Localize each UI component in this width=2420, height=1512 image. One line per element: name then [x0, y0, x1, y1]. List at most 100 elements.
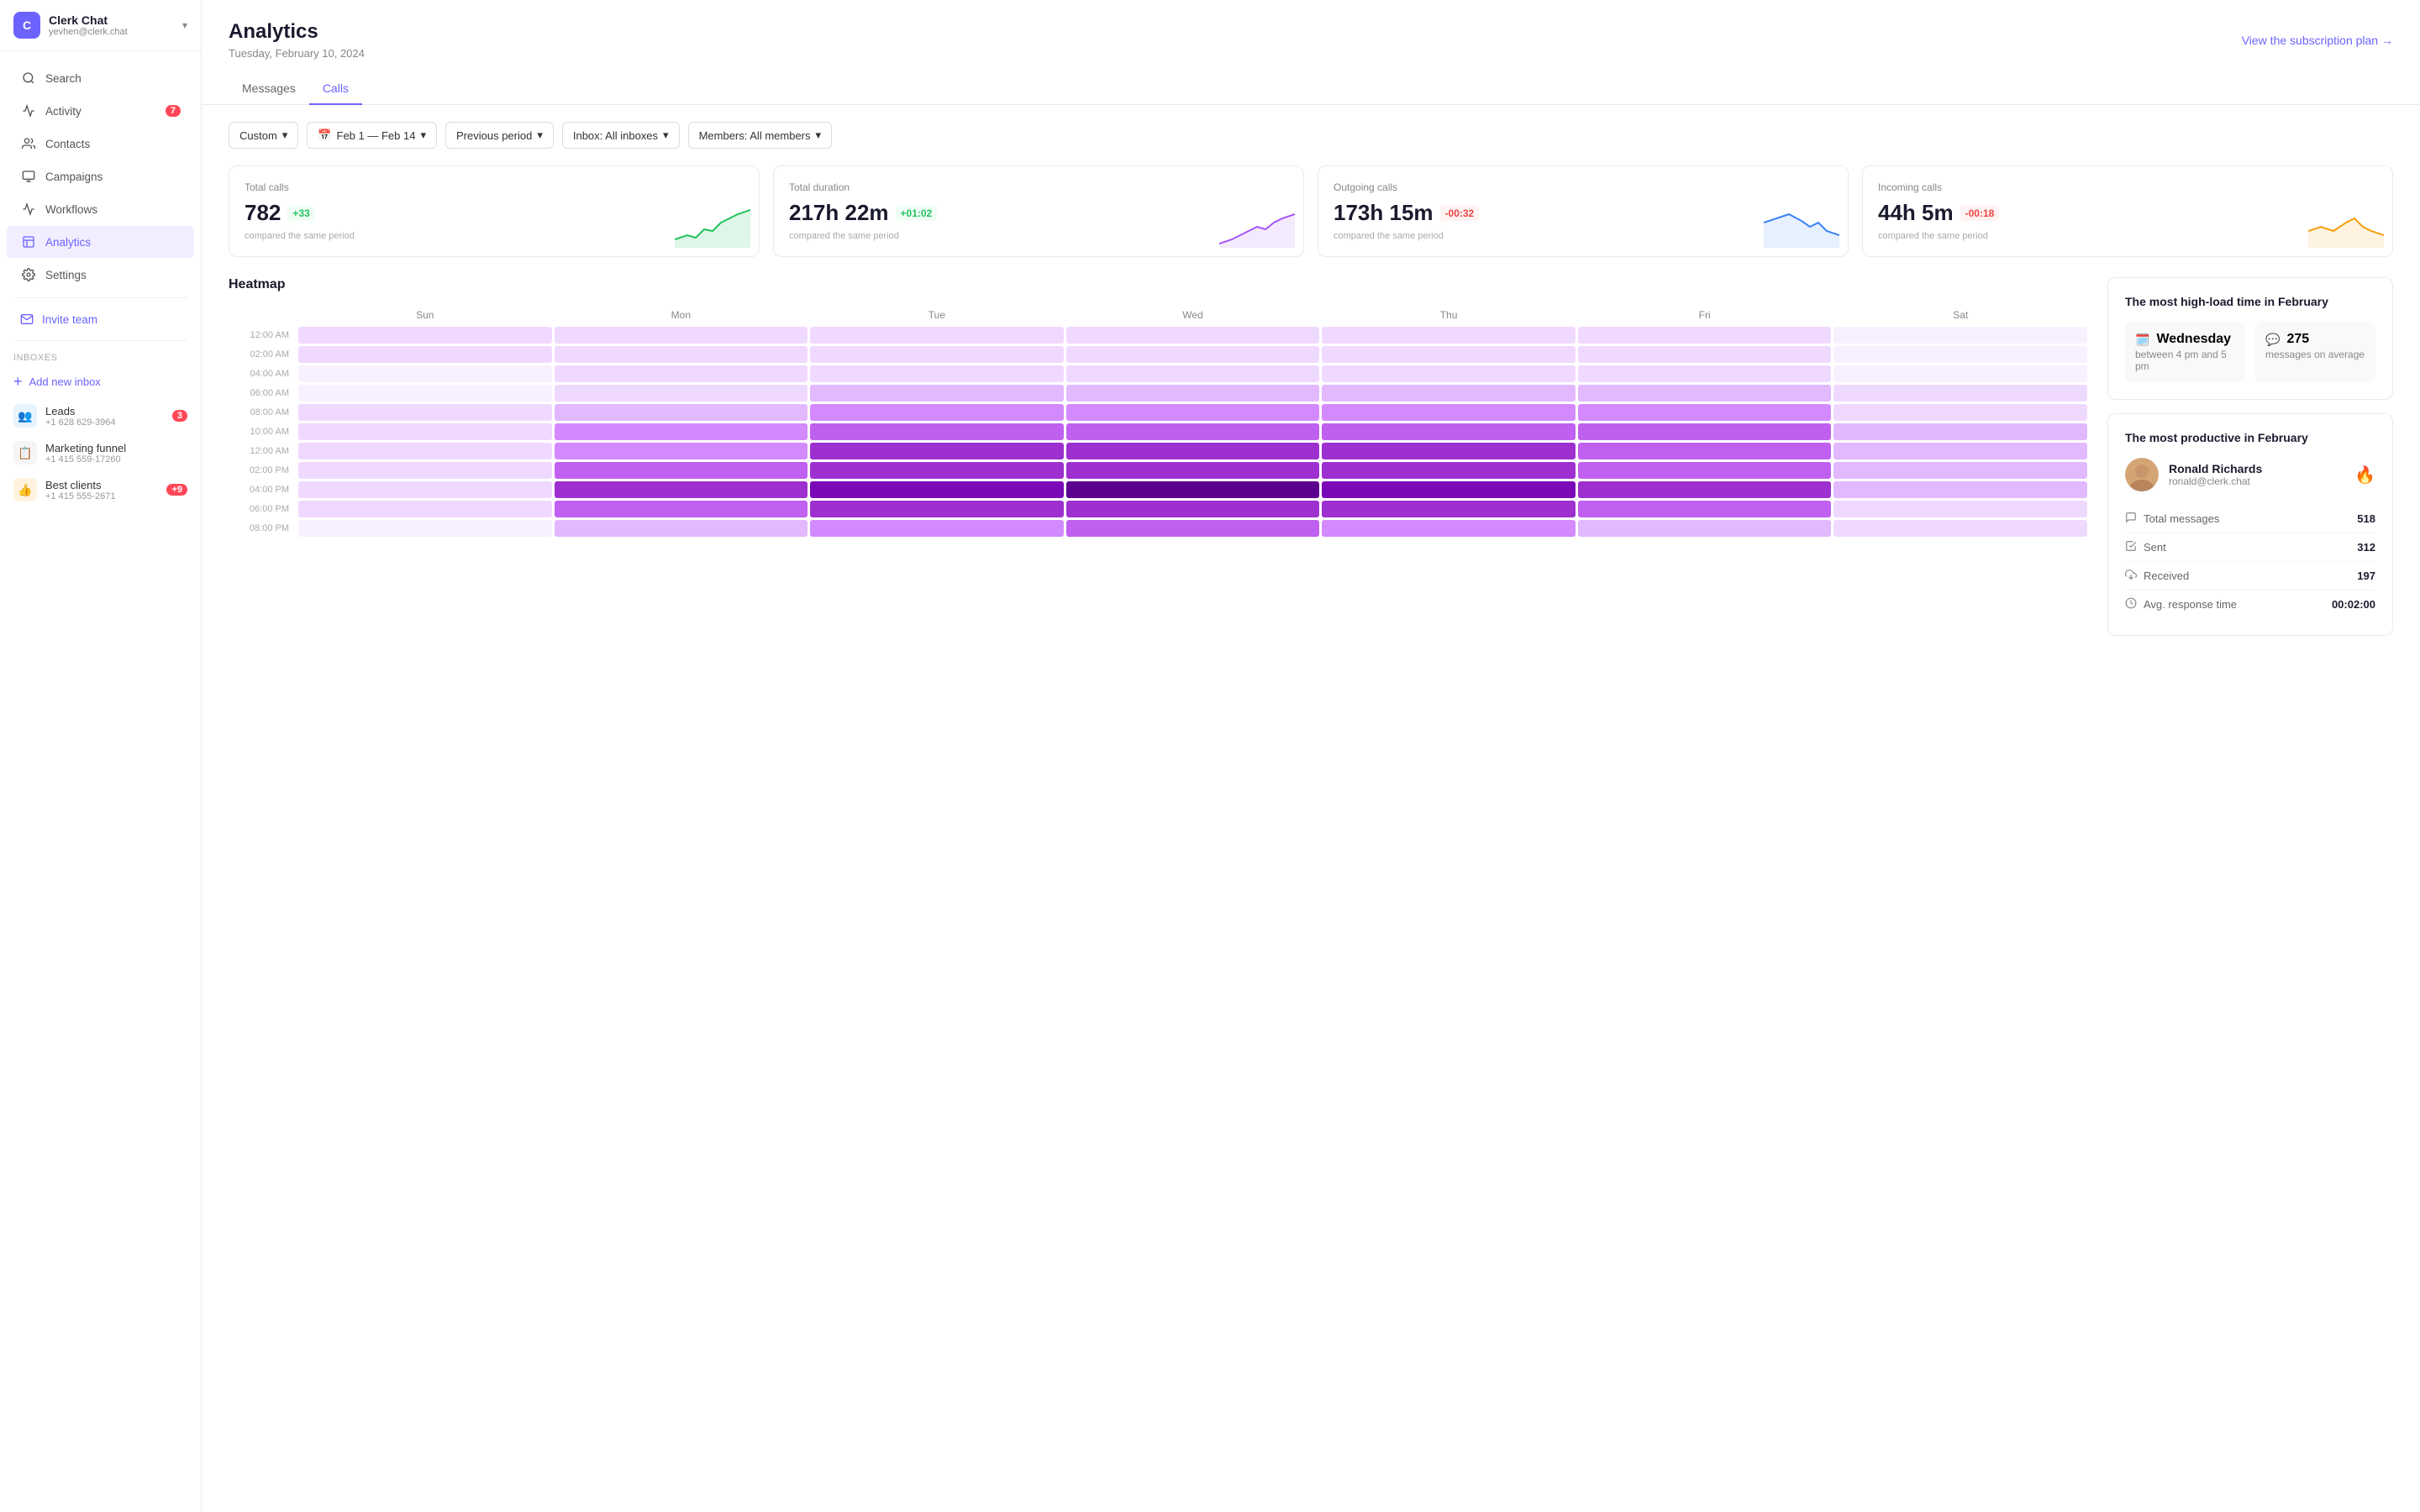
comparison-filter[interactable]: Previous period ▾ — [445, 122, 554, 149]
heatmap-time-label: 02:00 AM — [229, 346, 296, 363]
insight-count: 275 — [2286, 332, 2309, 347]
inbox-item-marketing[interactable]: 📋 Marketing funnel +1 415 559-17260 — [0, 434, 201, 471]
sidebar-item-label: Settings — [45, 269, 181, 281]
view-plan-link[interactable]: View the subscription plan → — [2242, 34, 2393, 47]
invite-team-button[interactable]: Invite team — [7, 305, 194, 333]
heatmap-cell — [555, 404, 808, 421]
heatmap-cell — [1578, 443, 1832, 459]
sidebar-header[interactable]: C Clerk Chat yevhen@clerk.chat ▾ — [0, 0, 201, 51]
sidebar-item-contacts[interactable]: Contacts — [7, 128, 194, 160]
sidebar-item-search[interactable]: Search — [7, 62, 194, 94]
heatmap-cell — [810, 346, 1064, 363]
heatmap-time-label: 12:00 AM — [229, 443, 296, 459]
inbox-item-leads[interactable]: 👥 Leads +1 628 629-3964 3 — [0, 397, 201, 434]
heatmap-cell — [1578, 385, 1832, 402]
stat-number: 782 — [245, 200, 281, 226]
chat-bubble-icon: 💬 — [2265, 333, 2280, 347]
stat-change: -00:32 — [1440, 206, 1480, 221]
inbox-icon-leads: 👥 — [13, 404, 37, 428]
stat-number: 217h 22m — [789, 200, 889, 226]
plus-icon: + — [13, 373, 23, 391]
heatmap-cell — [1578, 520, 1832, 537]
sidebar-item-analytics[interactable]: Analytics — [7, 226, 194, 258]
activity-badge: 7 — [166, 105, 181, 117]
stat-label: Total duration — [789, 181, 1288, 193]
stat-change: +33 — [287, 206, 314, 221]
stat-row-received: Received 197 — [2125, 562, 2375, 591]
stat-row-value: 197 — [2357, 570, 2375, 582]
tab-calls[interactable]: Calls — [309, 73, 362, 105]
heatmap-cell — [1322, 346, 1576, 363]
heatmap-cell — [1578, 404, 1832, 421]
sidebar-item-settings[interactable]: Settings — [7, 259, 194, 291]
inbox-badge-leads: 3 — [172, 410, 187, 422]
heatmap-cell — [1833, 462, 2087, 479]
heatmap-cell — [810, 327, 1064, 344]
avatar-image — [2125, 458, 2159, 491]
heatmap-day-header: Wed — [1066, 306, 1320, 324]
heatmap-section: Heatmap SunMonTueWedThuFriSat12:00 AM02:… — [229, 277, 2087, 636]
heatmap-cell — [810, 462, 1064, 479]
date-range-filter[interactable]: 📅 Feb 1 — Feb 14 ▾ — [307, 122, 437, 149]
insight-title: The most high-load time in February — [2125, 295, 2375, 308]
insight-time-range: between 4 pm and 5 pm — [2135, 349, 2235, 372]
period-type-filter[interactable]: Custom ▾ — [229, 122, 298, 149]
heatmap-cell — [1833, 520, 2087, 537]
content-area: Heatmap SunMonTueWedThuFriSat12:00 AM02:… — [202, 277, 2420, 656]
heatmap-time-label: 06:00 PM — [229, 501, 296, 517]
sidebar-item-label: Activity — [45, 105, 166, 118]
inbox-name: Marketing funnel — [45, 442, 187, 454]
inbox-badge-bestclients: +9 — [166, 484, 187, 496]
stat-row-label: Avg. response time — [2125, 597, 2237, 612]
inbox-item-bestclients[interactable]: 👍 Best clients +1 415 555-2671 +9 — [0, 471, 201, 508]
inbox-info-bestclients: Best clients +1 415 555-2671 — [45, 479, 166, 501]
sidebar-divider-2 — [13, 340, 187, 341]
heatmap-cell — [1833, 443, 2087, 459]
insight-day-row: 🗓️ Wednesday — [2135, 332, 2235, 347]
sidebar-item-label: Campaigns — [45, 171, 181, 183]
heatmap-container: SunMonTueWedThuFriSat12:00 AM02:00 AM04:… — [229, 306, 2087, 537]
person-name: Ronald Richards — [2169, 462, 2262, 475]
page-date: Tuesday, February 10, 2024 — [229, 47, 365, 60]
stat-row-label: Received — [2125, 569, 2189, 583]
heatmap-cell — [1066, 501, 1320, 517]
add-inbox-button[interactable]: + Add new inbox — [0, 366, 201, 397]
heatmap-cell — [1578, 462, 1832, 479]
stat-description: compared the same period — [245, 231, 744, 241]
heatmap-day-header: Tue — [810, 306, 1064, 324]
analytics-icon — [20, 234, 37, 250]
insight-count-block: 💬 275 messages on average — [2255, 322, 2375, 382]
inbox-phone: +1 415 555-2671 — [45, 491, 166, 501]
tab-messages[interactable]: Messages — [229, 73, 309, 105]
heatmap-cell — [810, 520, 1064, 537]
heatmap-day-header: Sun — [298, 306, 552, 324]
heatmap-cell — [1322, 423, 1576, 440]
heatmap-cell — [1833, 327, 2087, 344]
heatmap-cell — [1322, 481, 1576, 498]
heatmap-cell — [298, 423, 552, 440]
inbox-filter[interactable]: Inbox: All inboxes ▾ — [562, 122, 680, 149]
heatmap-cell — [298, 385, 552, 402]
person-info: Ronald Richards ronald@clerk.chat — [2169, 462, 2262, 487]
filter-label: Custom — [239, 129, 277, 142]
heatmap-cell — [1833, 404, 2087, 421]
heatmap-cell — [1066, 346, 1320, 363]
sidebar-item-workflows[interactable]: Workflows — [7, 193, 194, 225]
members-filter[interactable]: Members: All members ▾ — [688, 122, 832, 149]
heatmap-cell — [555, 462, 808, 479]
heatmap-cell — [1066, 443, 1320, 459]
heatmap-cell — [555, 423, 808, 440]
productive-title: The most productive in February — [2125, 431, 2375, 444]
heatmap-cell — [298, 365, 552, 382]
sidebar-item-campaigns[interactable]: Campaigns — [7, 160, 194, 192]
sidebar-item-activity[interactable]: Activity 7 — [7, 95, 194, 127]
inbox-phone: +1 415 559-17260 — [45, 454, 187, 465]
stat-row-sent: Sent 312 — [2125, 533, 2375, 562]
stats-grid: Total calls 782 +33 compared the same pe… — [202, 165, 2420, 277]
heatmap-cell — [298, 404, 552, 421]
brand-name: Clerk Chat — [49, 13, 182, 27]
heatmap-cell — [1322, 443, 1576, 459]
settings-icon — [20, 266, 37, 283]
heatmap-cell — [298, 501, 552, 517]
heatmap-time-label: 12:00 AM — [229, 327, 296, 344]
